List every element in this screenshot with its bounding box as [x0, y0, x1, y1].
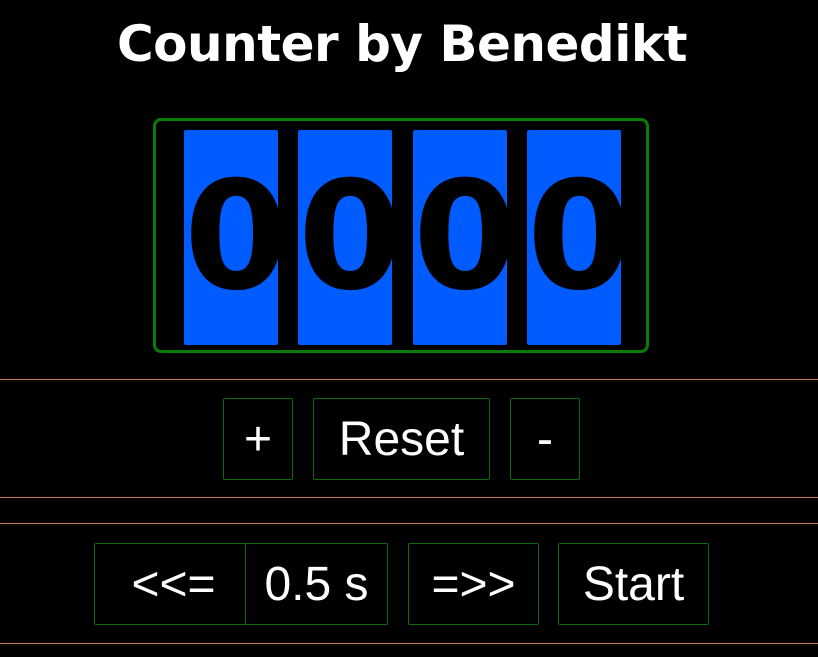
counter-app: Counter by Benedikt 0 0 0 0 + Reset - <<…	[0, 0, 818, 657]
divider	[0, 643, 818, 644]
start-button[interactable]: Start	[558, 543, 709, 625]
counter-display: 0 0 0 0	[153, 118, 649, 353]
counter-digit-hundreds: 0	[298, 130, 392, 345]
decrement-button[interactable]: -	[510, 398, 580, 480]
counter-digit-thousands: 0	[184, 130, 278, 345]
divider	[0, 379, 818, 380]
increment-button[interactable]: +	[223, 398, 293, 480]
divider	[0, 497, 818, 498]
reset-button[interactable]: Reset	[313, 398, 490, 480]
faster-button[interactable]: =>>	[408, 543, 539, 625]
slower-button[interactable]: <<=	[94, 543, 253, 625]
divider	[0, 523, 818, 524]
counter-digit-tens: 0	[413, 130, 507, 345]
interval-button[interactable]: 0.5 s	[245, 543, 388, 625]
counter-digit-ones: 0	[527, 130, 621, 345]
page-title: Counter by Benedikt	[116, 15, 688, 73]
